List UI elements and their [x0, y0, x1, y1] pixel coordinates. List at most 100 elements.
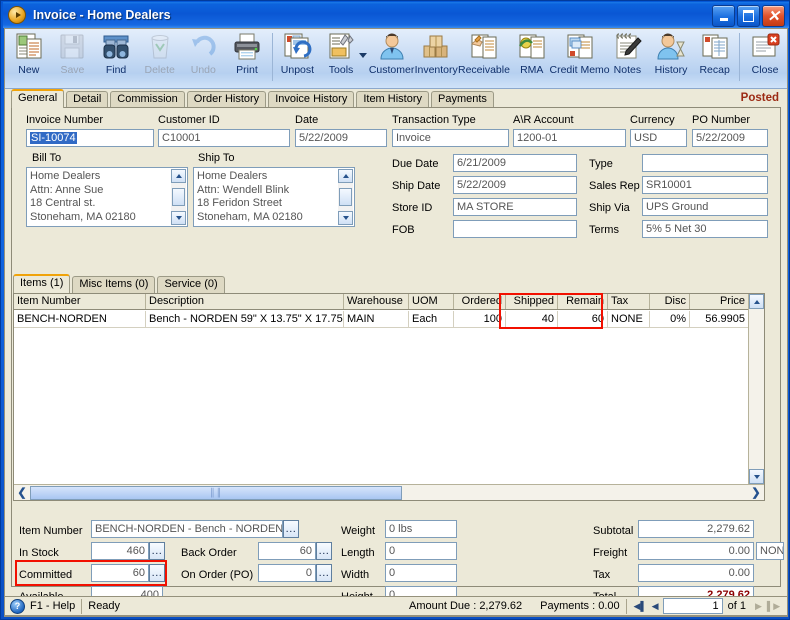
minimize-button[interactable]: [712, 5, 735, 27]
length-input[interactable]: 0: [385, 542, 457, 560]
tab-misc-items[interactable]: Misc Items (0): [72, 276, 156, 293]
toolbar-button-notes[interactable]: Notes: [606, 29, 650, 87]
line-items-grid[interactable]: Item Number Description Warehouse UOM Or…: [13, 293, 765, 501]
tab-commission[interactable]: Commission: [110, 91, 185, 108]
ship-to-address[interactable]: Home Dealers Attn: Wendell Blink 18 Feri…: [193, 167, 355, 227]
tab-item-history[interactable]: Item History: [356, 91, 430, 108]
currency-input[interactable]: USD: [630, 129, 687, 147]
page-number-input[interactable]: 1: [662, 598, 723, 614]
next-record-button[interactable]: ▶: [751, 599, 766, 614]
grid-horizontal-scrollbar[interactable]: ❮ ║║ ❯: [14, 484, 764, 500]
scroll-down-icon[interactable]: [171, 211, 186, 225]
tab-general[interactable]: General: [11, 89, 65, 108]
width-input[interactable]: 0: [385, 564, 457, 582]
on-order-po-input[interactable]: 0: [258, 564, 316, 582]
col-header-uom[interactable]: UOM: [409, 294, 454, 309]
tab-detail[interactable]: Detail: [66, 91, 109, 108]
scroll-down-icon[interactable]: [338, 211, 353, 225]
status-badge-posted: Posted: [740, 92, 779, 104]
toolbar-button-rma[interactable]: RMA: [510, 29, 554, 87]
previous-record-button[interactable]: ◀: [648, 599, 663, 614]
customer-id-input[interactable]: C10001: [158, 129, 290, 147]
tab-service[interactable]: Service (0): [157, 276, 225, 293]
due-date-input[interactable]: 6/21/2009: [453, 154, 577, 172]
in-stock-lookup-button[interactable]: ...: [149, 542, 165, 560]
store-id-input[interactable]: MA STORE: [453, 198, 577, 216]
grid-scroll-left-icon[interactable]: ❮: [14, 485, 30, 500]
help-label[interactable]: F1 - Help: [30, 600, 75, 612]
tab-invoice-history[interactable]: Invoice History: [268, 91, 355, 108]
maximize-button[interactable]: [737, 5, 760, 27]
back-order-lookup-button[interactable]: ...: [316, 542, 332, 560]
toolbar-button-find[interactable]: Find: [94, 29, 138, 87]
toolbar-button-unpost[interactable]: Unpost: [276, 29, 320, 87]
scroll-up-icon[interactable]: [338, 169, 353, 183]
bill-to-address[interactable]: Home Dealers Attn: Anne Sue 18 Central s…: [26, 167, 188, 227]
bill-to-scrollbar[interactable]: [171, 169, 186, 225]
toolbar-button-customer[interactable]: Customer: [369, 29, 414, 87]
col-header-ordered[interactable]: Ordered: [454, 294, 506, 309]
scroll-thumb[interactable]: [172, 188, 185, 206]
toolbar-button-undo[interactable]: Undo: [182, 29, 226, 87]
col-header-price[interactable]: Price: [690, 294, 749, 309]
toolbar-button-receivable[interactable]: Receivable: [458, 29, 510, 87]
ship-via-input[interactable]: UPS Ground: [642, 198, 768, 216]
col-header-tax[interactable]: Tax: [608, 294, 650, 309]
toolbar-button-new[interactable]: New: [7, 29, 51, 87]
in-stock-input[interactable]: 460: [91, 542, 149, 560]
item-number-lookup-button[interactable]: ...: [283, 520, 299, 538]
toolbar-button-tools[interactable]: Tools: [319, 29, 363, 87]
col-header-warehouse[interactable]: Warehouse: [344, 294, 409, 309]
col-header-description[interactable]: Description: [146, 294, 344, 309]
transaction-type-input[interactable]: Invoice: [392, 129, 509, 147]
invoice-number-input[interactable]: SI-10074: [26, 129, 154, 147]
tools-dropdown-arrow-icon[interactable]: [358, 53, 367, 58]
on-order-po-lookup-button[interactable]: ...: [316, 564, 332, 582]
toolbar-button-print[interactable]: Print: [225, 29, 269, 87]
help-icon[interactable]: ?: [10, 598, 25, 614]
last-record-button[interactable]: ▌▶: [766, 599, 781, 614]
fob-input[interactable]: [453, 220, 577, 238]
freight-tax-code[interactable]: NON: [756, 542, 784, 560]
grid-scroll-down-icon[interactable]: [749, 469, 764, 484]
toolbar-button-inventory[interactable]: Inventory: [414, 29, 458, 87]
committed-input[interactable]: 60: [91, 564, 149, 582]
date-input[interactable]: 5/22/2009: [295, 129, 387, 147]
toolbar-button-delete[interactable]: Delete: [138, 29, 182, 87]
col-header-shipped[interactable]: Shipped: [506, 294, 558, 309]
col-header-disc[interactable]: Disc: [650, 294, 690, 309]
toolbar-button-close[interactable]: Close: [743, 29, 787, 87]
po-number-input[interactable]: 5/22/2009: [692, 129, 768, 147]
terms-input[interactable]: 5% 5 Net 30: [642, 220, 768, 238]
status-separator: [81, 598, 83, 614]
tab-order-history[interactable]: Order History: [186, 91, 267, 108]
col-header-remain[interactable]: Remain: [558, 294, 608, 309]
type-input[interactable]: [642, 154, 768, 172]
scroll-thumb[interactable]: [339, 188, 352, 206]
grid-vertical-scrollbar[interactable]: [748, 294, 764, 484]
grid-hscroll-thumb[interactable]: ║║: [30, 485, 402, 500]
tab-payments[interactable]: Payments: [431, 91, 494, 108]
first-record-button[interactable]: ◀▌: [633, 599, 648, 614]
item-number-detail-input[interactable]: BENCH-NORDEN - Bench - NORDEN 59" X ;: [91, 520, 283, 538]
toolbar-button-save[interactable]: Save: [51, 29, 95, 87]
ship-date-input[interactable]: 5/22/2009: [453, 176, 577, 194]
grid-scroll-up-icon[interactable]: [749, 294, 764, 309]
sales-rep-input[interactable]: SR10001: [642, 176, 768, 194]
toolbar-button-recap[interactable]: Recap: [693, 29, 737, 87]
grid-scroll-right-icon[interactable]: ❯: [748, 485, 764, 500]
weight-input[interactable]: 0 lbs: [385, 520, 457, 538]
scroll-up-icon[interactable]: [171, 169, 186, 183]
freight-input[interactable]: 0.00: [638, 542, 754, 560]
invoice-number-value: SI-10074: [30, 132, 77, 144]
ship-to-scrollbar[interactable]: [338, 169, 353, 225]
ar-account-input[interactable]: 1200-01: [513, 129, 626, 147]
tab-items[interactable]: Items (1): [13, 274, 71, 293]
close-button[interactable]: ✕: [762, 5, 785, 27]
committed-lookup-button[interactable]: ...: [149, 564, 165, 582]
toolbar-button-history[interactable]: History: [649, 29, 693, 87]
back-order-input[interactable]: 60: [258, 542, 316, 560]
status-state: Ready: [88, 600, 121, 612]
col-header-item-number[interactable]: Item Number: [14, 294, 146, 309]
toolbar-button-credit-memo[interactable]: Credit Memo: [550, 29, 610, 87]
